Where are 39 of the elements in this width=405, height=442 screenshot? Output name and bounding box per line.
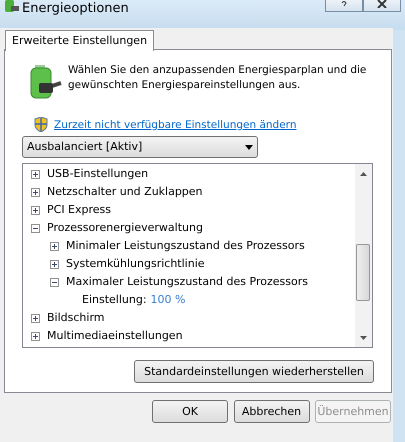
scroll-up-icon [360, 172, 367, 176]
scroll-thumb[interactable] [356, 244, 370, 301]
scrollbar[interactable] [355, 164, 372, 347]
change-settings-link[interactable]: Zurzeit nicht verfügbare Einstellungen ändern [54, 118, 296, 134]
tree-item[interactable]: Maximaler Leistungszustand des Prozessors [66, 273, 308, 291]
collapse-icon[interactable] [50, 278, 59, 286]
dialog-button[interactable]: Abbrechen [234, 400, 310, 423]
tab[interactable]: Erweiterte Einstellungen [5, 30, 154, 51]
description-text: Wählen Sie den anzupassenden Energiesparplan und die gewünschten Energiespareinstellungen aus. [68, 63, 368, 93]
expand-icon[interactable] [31, 206, 40, 214]
plan-dropdown[interactable]: Ausbalanciert [Aktiv] [22, 136, 258, 158]
collapse-icon[interactable] [31, 224, 40, 232]
help-icon [340, 0, 348, 8]
close-button[interactable] [363, 0, 401, 12]
tree-item[interactable]: USB-Einstellungen [47, 165, 148, 183]
expand-icon[interactable] [50, 242, 59, 250]
dropdown-arrow-icon [245, 144, 253, 150]
tree-item[interactable]: PCI Express [47, 201, 112, 219]
tree-item[interactable]: Systemkühlungsrichtlinie [66, 255, 205, 273]
scroll-down-icon [360, 336, 367, 340]
tree-item[interactable]: Minimaler Leistungszustand des Prozessors [66, 237, 305, 255]
setting-value[interactable]: 100 % [150, 291, 186, 309]
expand-icon[interactable] [31, 332, 40, 340]
tree-item[interactable]: Netzschalter und Zuklappen [47, 183, 203, 201]
restore-defaults-button[interactable]: Standardeinstellungen wiederherstellen [134, 360, 374, 383]
tree-item[interactable]: Multimediaeinstellungen [47, 327, 183, 345]
expand-icon[interactable] [31, 314, 40, 322]
tree-item[interactable]: Bildschirm [47, 309, 104, 327]
shield-icon [34, 117, 48, 132]
expand-icon[interactable] [31, 188, 40, 196]
battery-plug-icon [2, 0, 20, 14]
expand-icon[interactable] [31, 170, 40, 178]
close-icon [377, 0, 387, 8]
battery-plug-icon [29, 65, 63, 101]
tree-item[interactable]: Prozessorenergieverwaltung [47, 219, 203, 237]
dialog-button[interactable]: OK [152, 400, 228, 423]
expand-icon[interactable] [50, 260, 59, 268]
window-title: Energieoptionen [22, 0, 129, 18]
setting-label: Einstellung: [82, 292, 147, 308]
